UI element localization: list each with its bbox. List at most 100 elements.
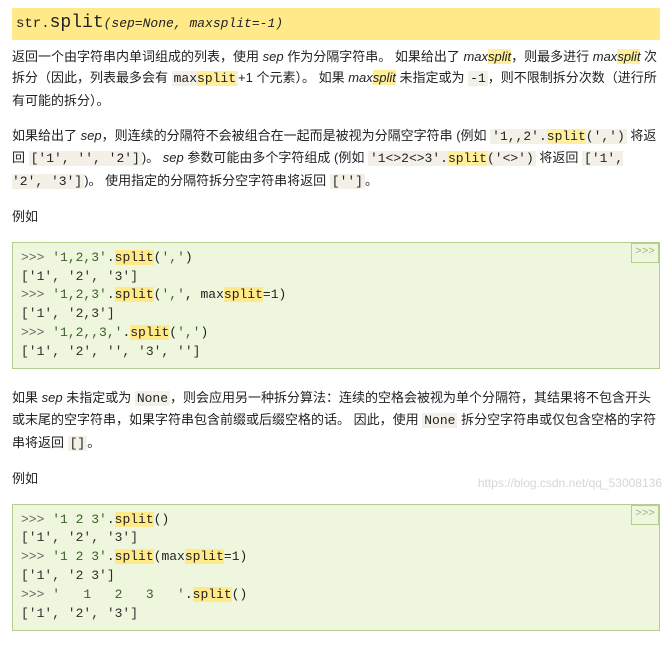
paren: () (154, 512, 170, 527)
dot: . (107, 549, 115, 564)
hl-split: split (373, 70, 396, 85)
text: ，则最多进行 (511, 49, 593, 64)
hl-split: split (448, 151, 487, 166)
prompt: >>> (21, 325, 52, 340)
toggle-prompt-button[interactable]: >>> (631, 243, 659, 263)
hl-split: split (547, 129, 586, 144)
text: +1 个元素）。 如果 (238, 70, 348, 85)
output: ['1', '2', '3'] (21, 269, 138, 284)
hl-split: split (115, 549, 154, 564)
paren: ) (279, 287, 287, 302)
text: (max (154, 549, 185, 564)
hl-split: split (130, 325, 169, 340)
prompt: >>> (21, 587, 52, 602)
text: 作为分隔字符串。 如果给出了 (284, 49, 464, 64)
str: ',' (177, 325, 200, 340)
output: ['1', '2', '', '3', ''] (21, 344, 200, 359)
param-sep: sep (81, 128, 102, 143)
output: ['1', '2,3'] (21, 306, 115, 321)
code-ret1: ['1', '', '2'] (29, 151, 142, 166)
hl-split: split (115, 250, 154, 265)
toggle-prompt-button[interactable]: >>> (631, 505, 659, 525)
hl-split: split (193, 587, 232, 602)
str: '1,2,,3,' (52, 325, 122, 340)
paren: ) (200, 325, 208, 340)
text: 。 (87, 435, 100, 450)
str: '1 2 3' (52, 549, 107, 564)
dot: . (107, 287, 115, 302)
str: '1,2,3' (52, 250, 107, 265)
prompt: >>> (21, 512, 52, 527)
code-none: None (422, 413, 457, 428)
text: 将返回 (536, 150, 582, 165)
dot: . (107, 512, 115, 527)
hl-split: split (115, 287, 154, 302)
text: , max (185, 287, 224, 302)
output: ['1', '2', '3'] (21, 530, 138, 545)
param-maxsplit: maxsplit (348, 70, 396, 85)
code-ret3: [''] (330, 174, 365, 189)
output: ['1', '2', '3'] (21, 606, 138, 621)
hl-split: split (617, 49, 640, 64)
paren: () (232, 587, 248, 602)
code-maxsplit: maxsplit (172, 71, 238, 86)
text: (',') (586, 129, 625, 144)
sig-prefix: str. (16, 16, 50, 32)
hl-split: split (197, 71, 236, 86)
sig-method: split (50, 13, 104, 33)
example-label: 例如 (12, 468, 660, 489)
param-sep: sep (263, 49, 284, 64)
sig-params: (sep=None, maxsplit=-1) (104, 16, 283, 31)
code-none: None (135, 391, 170, 406)
eq: = (224, 549, 232, 564)
text: 如果给出了 (12, 128, 81, 143)
output: ['1', '2 3'] (21, 568, 115, 583)
dot: . (185, 587, 193, 602)
method-signature: str.split(sep=None, maxsplit=-1) (12, 8, 660, 40)
text: 如果 (12, 390, 42, 405)
paren: ) (185, 250, 193, 265)
num: 1 (232, 549, 240, 564)
paren: ) (240, 549, 248, 564)
text: 未指定或为 (396, 70, 468, 85)
example-block-1: >>>>>> '1,2,3'.split(',') ['1', '2', '3'… (12, 242, 660, 369)
str: ',' (161, 287, 184, 302)
hl-split: split (224, 287, 263, 302)
param-sep: sep (42, 390, 63, 405)
str: '1 2 3' (52, 512, 107, 527)
code-neg1: -1 (468, 71, 488, 86)
text: '1<>2<>3'. (370, 151, 448, 166)
prompt: >>> (21, 287, 52, 302)
str: ' 1 2 3 ' (52, 587, 185, 602)
str: ',' (161, 250, 184, 265)
param-maxsplit: maxsplit (593, 49, 641, 64)
text: ('<>') (487, 151, 534, 166)
text: 返回一个由字符串内单词组成的列表，使用 (12, 49, 263, 64)
paragraph-2: 如果给出了 sep，则连续的分隔符不会被组合在一起而是被视为分隔空字符串 (例如… (12, 125, 660, 192)
num: 1 (271, 287, 279, 302)
paragraph-3: 如果 sep 未指定或为 None，则会应用另一种拆分算法：连续的空格会被视为单… (12, 387, 660, 454)
example-block-2: >>>>>> '1 2 3'.split() ['1', '2', '3'] >… (12, 504, 660, 631)
text: 参数可能由多个字符组成 (例如 (184, 150, 368, 165)
code-ex2: '1<>2<>3'.split('<>') (368, 151, 536, 166)
paren: ( (169, 325, 177, 340)
example-label: 例如 (12, 206, 660, 227)
text: ，则连续的分隔符不会被组合在一起而是被视为分隔空字符串 (例如 (102, 128, 491, 143)
param-maxsplit: maxsplit (463, 49, 511, 64)
hl-split: split (185, 549, 224, 564)
hl-split: split (488, 49, 511, 64)
text: 未指定或为 (63, 390, 135, 405)
paragraph-1: 返回一个由字符串内单词组成的列表，使用 sep 作为分隔字符串。 如果给出了 m… (12, 46, 660, 111)
prompt: >>> (21, 549, 52, 564)
code-ex1: '1,,2'.split(',') (490, 129, 627, 144)
text: 。 (365, 173, 378, 188)
dot: . (107, 250, 115, 265)
prompt: >>> (21, 250, 52, 265)
hl-split: split (115, 512, 154, 527)
text: )。 (142, 150, 163, 165)
eq: = (263, 287, 271, 302)
param-sep: sep (163, 150, 184, 165)
text: '1,,2'. (492, 129, 547, 144)
text: )。 使用指定的分隔符拆分空字符串将返回 (84, 173, 330, 188)
str: '1,2,3' (52, 287, 107, 302)
